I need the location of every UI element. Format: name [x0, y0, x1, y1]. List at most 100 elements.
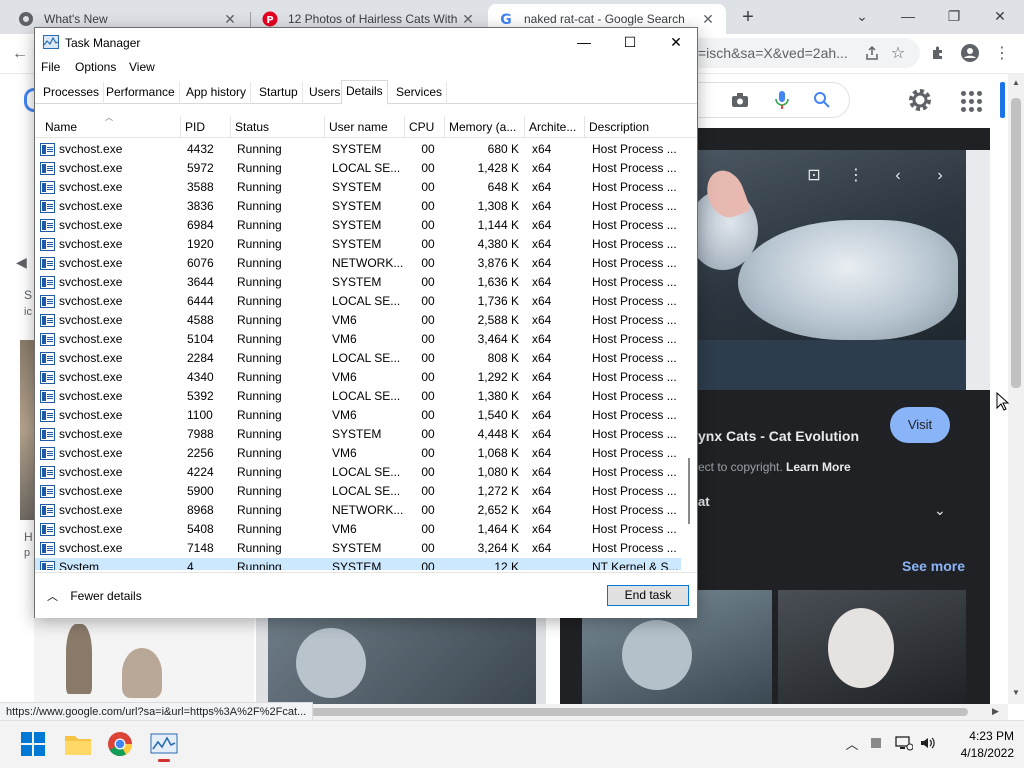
- process-row[interactable]: svchost.exe 8968 Running NETWORK... 00 2,652 …: [35, 501, 681, 520]
- tab-details[interactable]: Details: [341, 80, 388, 105]
- preview-image[interactable]: [698, 150, 966, 390]
- scroll-up-arrow-icon[interactable]: ▲: [1012, 78, 1020, 87]
- column-header-cpu[interactable]: CPU: [405, 116, 445, 138]
- process-row[interactable]: svchost.exe 6444 Running LOCAL SE... 00 1,736…: [35, 292, 681, 311]
- thumbnail-fragment[interactable]: [20, 340, 34, 520]
- network-icon[interactable]: [894, 735, 914, 755]
- gear-icon[interactable]: [906, 86, 934, 114]
- scrollbar-thumb[interactable]: [1011, 98, 1021, 388]
- process-row[interactable]: svchost.exe 4432 Running SYSTEM 00 680 K x64 Ho…: [35, 140, 681, 159]
- next-arrow-icon[interactable]: ›: [928, 164, 952, 188]
- process-row[interactable]: svchost.exe 3836 Running SYSTEM 00 1,308 K x64…: [35, 197, 681, 216]
- scroll-right-arrow-icon[interactable]: ▶: [992, 706, 999, 717]
- process-list-scrollbar[interactable]: [683, 140, 695, 570]
- tab-processes[interactable]: Processes: [39, 82, 105, 104]
- fewer-details-toggle[interactable]: ︿ Fewer details: [47, 588, 142, 604]
- column-header-status[interactable]: Status: [231, 116, 325, 138]
- google-search-box[interactable]: [690, 82, 850, 118]
- bookmark-star-icon[interactable]: ☆: [886, 41, 910, 65]
- thumbnail-sphynx-kitten[interactable]: [256, 618, 546, 704]
- tab-services[interactable]: Services: [392, 82, 448, 104]
- tab-app-history[interactable]: App history: [182, 82, 252, 104]
- windows-start-icon[interactable]: [20, 731, 48, 759]
- extensions-puzzle-icon[interactable]: [926, 41, 950, 65]
- scroll-down-arrow-icon[interactable]: ▼: [1012, 688, 1020, 697]
- tab-startup[interactable]: Startup: [255, 82, 303, 104]
- process-cell-cpu: 00: [421, 503, 435, 517]
- process-row[interactable]: svchost.exe 3644 Running SYSTEM 00 1,636 K x64…: [35, 273, 681, 292]
- new-tab-button[interactable]: +: [736, 6, 760, 28]
- chrome-close-button[interactable]: ✕: [980, 4, 1020, 28]
- column-header-name[interactable]: Name: [41, 116, 181, 138]
- profile-avatar-icon[interactable]: [958, 41, 982, 65]
- tab-search-chevron-icon[interactable]: ⌄: [842, 4, 882, 28]
- chrome-restore-button[interactable]: ❐: [934, 4, 974, 28]
- menu-options[interactable]: Options: [75, 60, 116, 74]
- task-manager-titlebar[interactable]: Task Manager — ☐ ✕: [35, 28, 697, 58]
- process-row[interactable]: svchost.exe 6984 Running SYSTEM 00 1,144 K x64…: [35, 216, 681, 235]
- column-header-memory[interactable]: Memory (a...: [445, 116, 525, 138]
- column-header-architecture[interactable]: Archite...: [525, 116, 585, 138]
- process-row[interactable]: svchost.exe 4224 Running LOCAL SE... 00 1,080…: [35, 463, 681, 482]
- process-row[interactable]: svchost.exe 5392 Running LOCAL SE... 00 1,380…: [35, 387, 681, 406]
- process-row[interactable]: svchost.exe 5900 Running LOCAL SE... 00 1,272…: [35, 482, 681, 501]
- preview-title[interactable]: ynx Cats - Cat Evolution: [698, 428, 859, 444]
- process-row[interactable]: svchost.exe 4588 Running VM6 00 2,588 K x64 Hos…: [35, 311, 681, 330]
- column-header-pid[interactable]: PID: [181, 116, 231, 138]
- microphone-icon[interactable]: [770, 88, 794, 112]
- close-button[interactable]: ✕: [653, 28, 699, 58]
- previous-arrow-icon[interactable]: ‹: [886, 164, 910, 188]
- end-task-button[interactable]: End task: [607, 585, 689, 606]
- column-header-user-name[interactable]: User name: [325, 116, 405, 138]
- search-icon[interactable]: [810, 88, 834, 112]
- lens-search-icon[interactable]: ⊡: [802, 164, 826, 188]
- process-row[interactable]: svchost.exe 2256 Running VM6 00 1,068 K x64 Hos…: [35, 444, 681, 463]
- camera-search-icon[interactable]: [728, 88, 752, 112]
- account-indicator[interactable]: [1000, 82, 1005, 118]
- volume-icon[interactable]: [918, 735, 938, 755]
- process-row[interactable]: svchost.exe 5972 Running LOCAL SE... 00 1,428…: [35, 159, 681, 178]
- process-row[interactable]: svchost.exe 3588 Running SYSTEM 00 648 K x64 Ho…: [35, 178, 681, 197]
- carousel-left-arrow-icon[interactable]: ◀: [16, 254, 27, 271]
- column-header-description[interactable]: Description: [585, 116, 681, 138]
- scrollbar-thumb[interactable]: [688, 458, 690, 524]
- visit-button[interactable]: Visit: [890, 407, 950, 443]
- process-row[interactable]: System 4 Running SYSTEM 00 12 K NT Kernel & S.…: [35, 558, 681, 570]
- tab-close-icon[interactable]: ✕: [700, 11, 716, 28]
- process-row[interactable]: svchost.exe 4340 Running VM6 00 1,292 K x64 Hos…: [35, 368, 681, 387]
- process-row[interactable]: svchost.exe 1100 Running VM6 00 1,540 K x64 Hos…: [35, 406, 681, 425]
- minimize-button[interactable]: —: [561, 28, 607, 58]
- tray-app-icon[interactable]: [866, 735, 886, 755]
- process-row[interactable]: svchost.exe 7148 Running SYSTEM 00 3,264 K x64…: [35, 539, 681, 558]
- back-arrow-icon[interactable]: ←: [8, 42, 32, 66]
- process-row[interactable]: svchost.exe 6076 Running NETWORK... 00 3,876 …: [35, 254, 681, 273]
- see-more-link[interactable]: See more: [902, 558, 965, 574]
- task-manager-icon[interactable]: [150, 731, 178, 762]
- tab-close-icon[interactable]: ✕: [222, 11, 238, 28]
- system-clock[interactable]: 4:23 PM 4/18/2022: [944, 728, 1014, 762]
- chrome-minimize-button[interactable]: —: [888, 4, 928, 28]
- process-row[interactable]: svchost.exe 1920 Running SYSTEM 00 4,380 K x64…: [35, 235, 681, 254]
- file-explorer-icon[interactable]: [64, 731, 92, 759]
- learn-more-link[interactable]: Learn More: [786, 460, 851, 474]
- tab-performance[interactable]: Performance: [102, 82, 180, 104]
- process-row[interactable]: svchost.exe 2284 Running LOCAL SE... 00 808 K…: [35, 349, 681, 368]
- process-row[interactable]: svchost.exe 5104 Running VM6 00 3,464 K x64 Hos…: [35, 330, 681, 349]
- process-row[interactable]: svchost.exe 7988 Running SYSTEM 00 4,448 K x64…: [35, 425, 681, 444]
- thumbnail-sphynx-white[interactable]: [778, 590, 966, 704]
- menu-file[interactable]: File: [41, 60, 60, 74]
- more-options-icon[interactable]: ⋮: [844, 164, 868, 188]
- share-icon[interactable]: [860, 41, 884, 65]
- tab-users[interactable]: Users: [305, 82, 346, 104]
- chrome-menu-icon[interactable]: ⋮: [990, 41, 1014, 65]
- google-apps-grid-icon[interactable]: [958, 88, 982, 112]
- chrome-icon[interactable]: [107, 731, 135, 759]
- tab-close-icon[interactable]: ✕: [460, 11, 476, 28]
- show-hidden-icons-chevron-icon[interactable]: ︿: [842, 735, 862, 755]
- maximize-button[interactable]: ☐: [607, 28, 653, 58]
- process-row[interactable]: svchost.exe 5408 Running VM6 00 1,464 K x64 Hos…: [35, 520, 681, 539]
- menu-view[interactable]: View: [129, 60, 155, 74]
- chevron-down-icon[interactable]: ⌄: [934, 502, 946, 519]
- thumbnail-hairless-cats-white[interactable]: [34, 618, 254, 704]
- page-vertical-scrollbar[interactable]: ▲ ▼: [1008, 74, 1024, 704]
